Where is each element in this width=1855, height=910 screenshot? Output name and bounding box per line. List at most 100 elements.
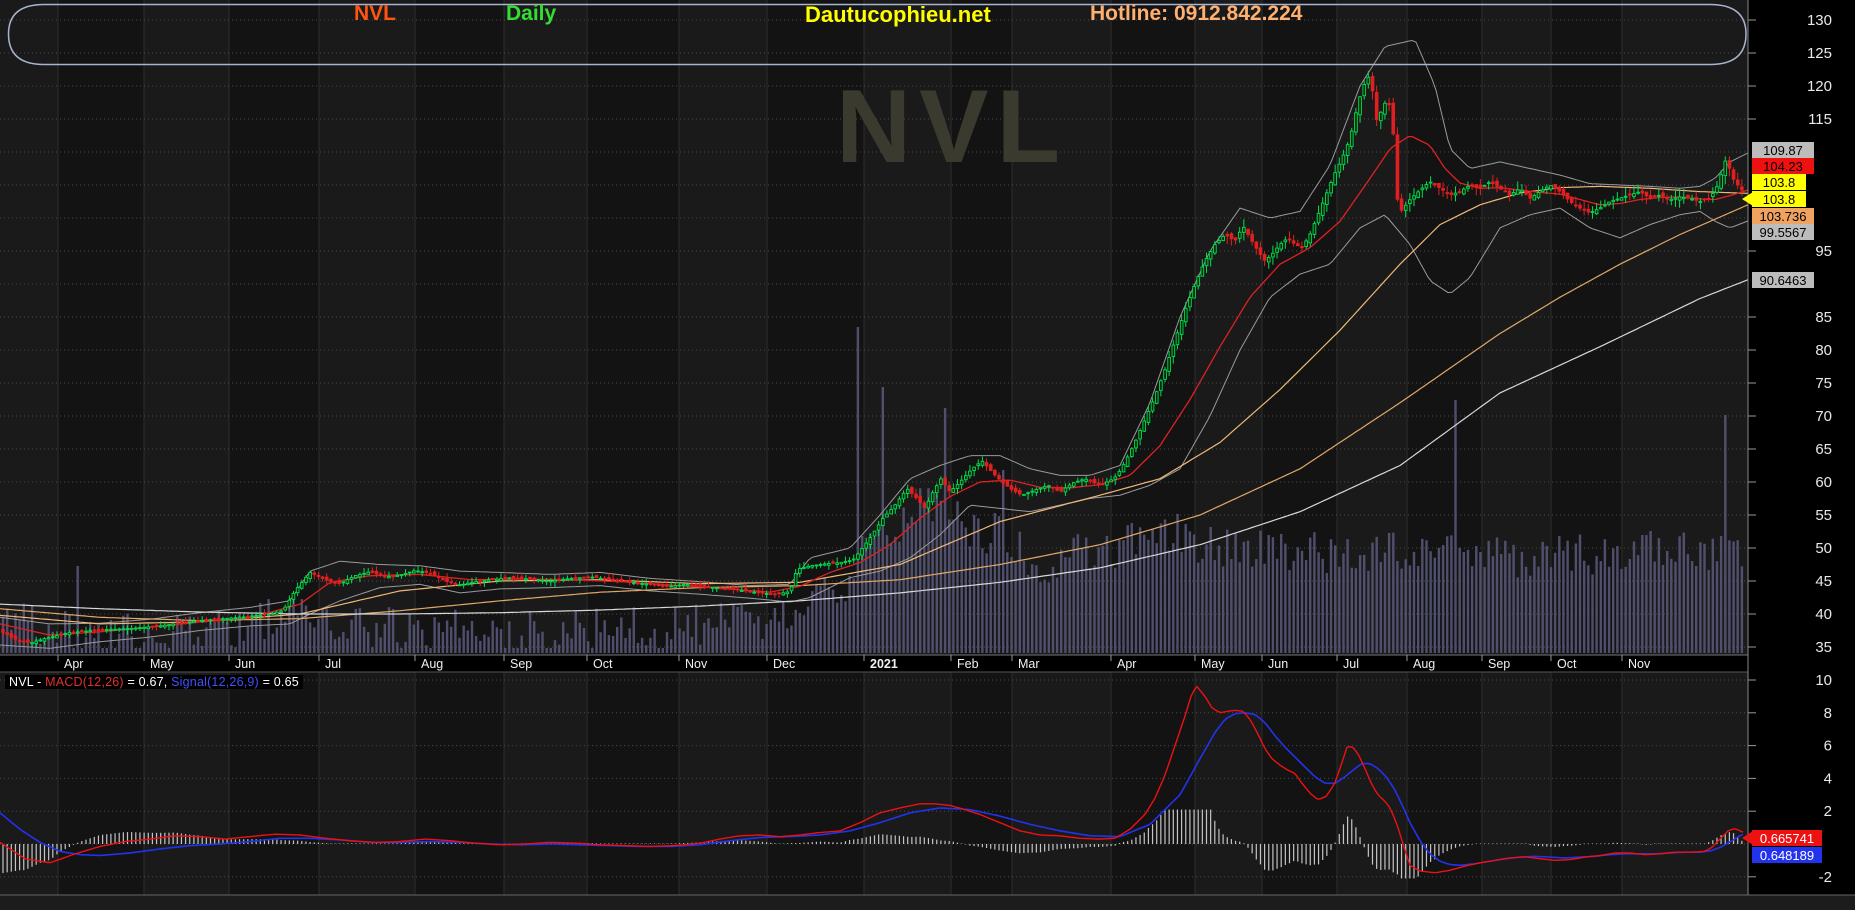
- volume-bar: [1226, 530, 1228, 653]
- volume-bar: [595, 609, 597, 653]
- candle-body: [408, 572, 411, 573]
- candle-body: [745, 589, 748, 591]
- volume-bar: [907, 523, 909, 653]
- candle-body: [300, 583, 303, 589]
- volume-bar: [267, 599, 269, 653]
- candle-body: [1184, 308, 1187, 321]
- candle-body: [280, 611, 283, 612]
- volume-bar: [786, 628, 788, 653]
- volume-bar: [1135, 554, 1137, 653]
- candle-body: [533, 578, 536, 579]
- volume-bar: [1604, 539, 1606, 653]
- candle-body: [1587, 209, 1590, 212]
- candle-body: [151, 626, 154, 627]
- volume-bar: [521, 636, 523, 653]
- candle-body: [633, 583, 636, 584]
- volume-bar: [1674, 562, 1676, 653]
- volume-bar: [1268, 535, 1270, 653]
- volume-bar: [1077, 534, 1079, 653]
- candle-body: [525, 579, 528, 580]
- volume-bar: [1305, 560, 1307, 653]
- candle-body: [1367, 77, 1370, 84]
- volume-bar: [1210, 527, 1212, 653]
- volume-bar: [608, 635, 610, 653]
- volume-bar: [1612, 548, 1614, 653]
- volume-bar: [1396, 561, 1398, 653]
- volume-bar: [1371, 543, 1373, 654]
- volume-bar: [1239, 562, 1241, 653]
- volume-bar: [981, 548, 983, 653]
- volume-bar: [209, 620, 211, 653]
- candle-body: [1446, 193, 1449, 194]
- candle-body: [1176, 333, 1179, 345]
- volume-bar: [1263, 564, 1265, 653]
- candle-body: [628, 580, 631, 582]
- candle-body: [1533, 195, 1536, 200]
- candle-body: [159, 626, 162, 627]
- candle-body: [234, 618, 237, 619]
- candle-body: [1429, 182, 1432, 183]
- candle-body: [877, 525, 880, 530]
- candle-body: [101, 629, 104, 630]
- candle-body: [799, 568, 802, 573]
- month-label: Jun: [1268, 657, 1288, 671]
- candle-body: [135, 628, 138, 629]
- volume-bar: [1483, 567, 1485, 653]
- candle-body: [732, 587, 735, 589]
- volume-bar: [1280, 534, 1282, 653]
- volume-bar: [1384, 553, 1386, 653]
- candle-body: [462, 584, 465, 585]
- volume-bar: [496, 627, 498, 653]
- candle-body: [807, 566, 810, 568]
- candle-body: [1106, 482, 1109, 485]
- volume-bar: [878, 530, 880, 653]
- volume-bar: [404, 642, 406, 653]
- candle-body: [1687, 195, 1690, 198]
- candle-body: [923, 503, 926, 508]
- volume-bar: [1351, 568, 1353, 653]
- candle-body: [1131, 449, 1134, 457]
- volume-bar: [1678, 536, 1680, 653]
- candle-body: [969, 471, 972, 476]
- candle-body: [218, 619, 221, 620]
- candle-body: [1454, 193, 1457, 195]
- candle-body: [467, 583, 470, 585]
- volume-bar: [27, 622, 29, 654]
- volume-bar: [1189, 532, 1191, 654]
- candle-body: [1122, 465, 1125, 472]
- macd-badge: 0.665741: [1742, 830, 1822, 846]
- candle-body: [14, 636, 17, 639]
- candle-body: [1653, 196, 1656, 197]
- volume-bar: [442, 632, 444, 653]
- candle-body: [1504, 191, 1507, 192]
- volume-bar: [1479, 552, 1481, 653]
- candle-body: [442, 578, 445, 580]
- volume-bar: [85, 637, 87, 653]
- candle-body: [1616, 199, 1619, 200]
- volume-bar: [1691, 561, 1693, 653]
- candle-body: [1218, 241, 1221, 243]
- candle-body: [222, 619, 225, 620]
- candle-body: [271, 613, 274, 614]
- candle-body: [1321, 203, 1324, 215]
- candle-body: [1018, 491, 1021, 495]
- volume-bar: [155, 643, 157, 654]
- volume-bar: [230, 645, 232, 653]
- candle-body: [761, 592, 764, 593]
- volume-bar: [1732, 541, 1734, 653]
- price-badge-value: 103.8: [1763, 175, 1796, 190]
- candle-body: [1101, 484, 1104, 485]
- candle-body: [736, 589, 739, 590]
- candle-body: [446, 578, 449, 581]
- candle-body: [1438, 183, 1441, 187]
- price-badge-value: 104.23: [1763, 159, 1803, 174]
- candle-body: [429, 573, 432, 574]
- volume-bar: [732, 604, 734, 653]
- volume-bar: [450, 627, 452, 653]
- volume-bar: [139, 648, 141, 653]
- volume-bar: [1039, 582, 1041, 653]
- chart-canvas[interactable]: NVL 130125120115958580757065605550454035…: [0, 0, 1855, 910]
- candle-body: [263, 614, 266, 615]
- volume-bar: [330, 631, 332, 653]
- candle-body: [1724, 161, 1727, 176]
